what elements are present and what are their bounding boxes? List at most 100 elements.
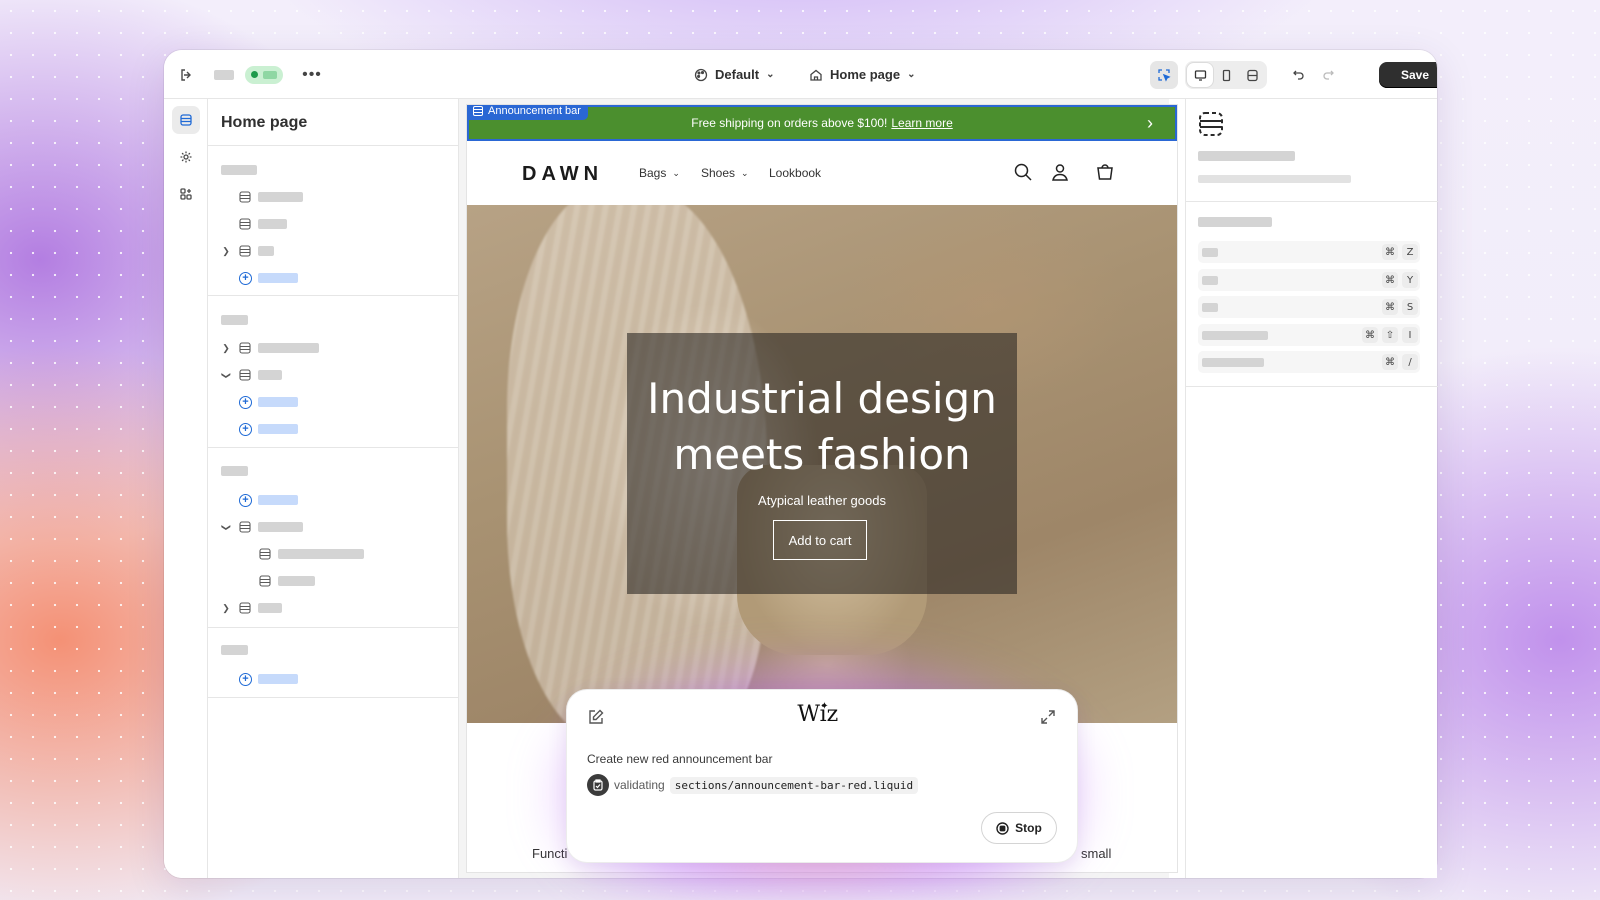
chevron-right-icon[interactable]: ❯ [221,603,231,614]
clipboard-check-icon [587,774,609,796]
chevron-right-icon[interactable]: › [1147,113,1153,134]
store-header: DAWN Bags ⌄ Shoes ⌄ Lookbook [467,141,1177,205]
add-section-item[interactable]: + [221,671,451,687]
section-item[interactable]: ❯ [221,243,451,259]
chevron-down-icon[interactable]: ❯ [221,522,232,532]
section-icon [239,521,251,533]
shortcut-row: ⌘ Y [1198,269,1420,291]
chevron-down-icon: ⌄ [766,69,775,80]
add-section-item[interactable]: + [221,492,451,508]
group-header [221,642,248,658]
stop-icon [996,821,1009,835]
theme-dropdown[interactable]: Default ⌄ [694,67,774,82]
status-badge [245,65,283,84]
nav-lookbook[interactable]: Lookbook [769,166,821,180]
full-width-icon[interactable] [1239,63,1265,87]
wiz-status-line: validating sections/announcement-bar-red… [587,774,919,796]
section-large-icon [1199,112,1223,136]
cart-icon[interactable] [1094,161,1116,183]
chevron-down-icon: ⌄ [741,167,749,178]
block-item[interactable] [221,573,451,589]
sections-icon[interactable] [172,106,200,134]
group-header [221,312,248,328]
stop-label: Stop [1015,821,1042,835]
block-icon [259,548,271,560]
shortcut-row: ⌘ / [1198,351,1420,373]
account-icon[interactable] [1049,161,1071,183]
search-icon[interactable] [1012,161,1034,183]
hero-title: Industrial design meets fashion [647,374,997,479]
section-item[interactable]: ❯ [221,340,451,356]
left-rail [164,99,208,878]
apps-icon[interactable] [172,180,200,208]
hero-banner[interactable]: Industrial design meets fashion Atypical… [467,205,1177,723]
add-circle-icon: + [239,395,252,409]
section-item[interactable] [221,189,451,205]
top-bar: ••• Default ⌄ Home page ⌄ Save [164,50,1437,99]
shortcut-row: ⌘ ⇧ I [1198,324,1420,346]
theme-dropdown-label: Default [715,67,760,82]
chevron-down-icon: ⌄ [672,167,680,178]
redo-icon[interactable] [1314,61,1342,89]
more-actions-icon[interactable]: ••• [298,61,326,89]
wiz-status-word: validating [614,778,665,792]
section-icon [239,191,251,203]
save-button[interactable]: Save [1379,62,1437,88]
block-icon [259,575,271,587]
device-toggle [1185,61,1267,89]
group-header [221,162,257,178]
add-section-item[interactable]: + [221,270,451,286]
section-icon [239,342,251,354]
chevron-right-icon[interactable]: ❯ [221,343,231,354]
store-name-placeholder [214,69,234,80]
store-logo[interactable]: DAWN [522,163,603,186]
add-to-cart-button[interactable]: Add to cart [773,520,867,560]
selected-section-tag: Announcement bar [467,105,588,120]
sections-panel: Home page ❯ + ❯ ❯ + + + ❯ ❯ + [208,99,459,878]
selected-section-label: Announcement bar [488,105,581,117]
exit-icon[interactable] [172,61,200,89]
nav-bags[interactable]: Bags ⌄ [639,166,680,180]
settings-desc-placeholder [1198,175,1351,183]
expand-icon[interactable] [1039,708,1057,726]
inspector-icon[interactable] [1150,60,1178,89]
add-block-item[interactable]: + [221,394,451,410]
palette-icon [694,68,708,81]
page-dropdown-label: Home page [830,67,901,82]
section-item[interactable] [221,216,451,232]
chevron-down-icon[interactable]: ❯ [221,370,232,380]
add-circle-icon: + [239,422,252,436]
wiz-prompt-text: Create new red announcement bar [587,752,773,766]
announcement-text: Free shipping on orders above $100! [691,116,888,130]
add-section-item[interactable]: + [221,421,451,437]
wiz-status-file: sections/announcement-bar-red.liquid [669,776,919,794]
section-icon [239,369,251,381]
chevron-right-icon[interactable]: ❯ [221,246,231,257]
learn-more-link[interactable]: Learn more [891,116,952,130]
mobile-icon[interactable] [1213,63,1239,87]
chevron-down-icon: ⌄ [907,69,916,80]
shortcuts-heading-placeholder [1198,217,1272,227]
gear-icon[interactable] [172,143,200,171]
page-dropdown[interactable]: Home page ⌄ [809,67,915,82]
section-item[interactable]: ❯ [221,519,451,535]
block-item[interactable] [221,546,451,562]
group-header [221,463,248,479]
wiz-logo: Wiz✦ [797,701,839,727]
nav-shoes[interactable]: Shoes ⌄ [701,166,749,180]
shortcut-row: ⌘ Z [1198,241,1420,263]
section-item[interactable]: ❯ [221,367,451,383]
settings-title-placeholder [1198,151,1295,161]
hero-subtitle: Atypical leather goods [758,493,886,508]
section-item[interactable]: ❯ [221,600,451,616]
add-circle-icon: + [239,271,252,285]
settings-panel: ⌘ Z ⌘ Y ⌘ S ⌘ ⇧ I ⌘ / [1185,99,1438,878]
stop-button[interactable]: Stop [981,812,1057,844]
panel-title: Home page [221,114,308,131]
add-circle-icon: + [239,672,252,686]
desktop-icon[interactable] [1187,63,1213,87]
hero-content-box: Industrial design meets fashion Atypical… [627,333,1017,594]
home-icon [810,69,822,81]
sparkle-icon: ✦ [820,701,829,712]
undo-icon[interactable] [1284,61,1312,89]
